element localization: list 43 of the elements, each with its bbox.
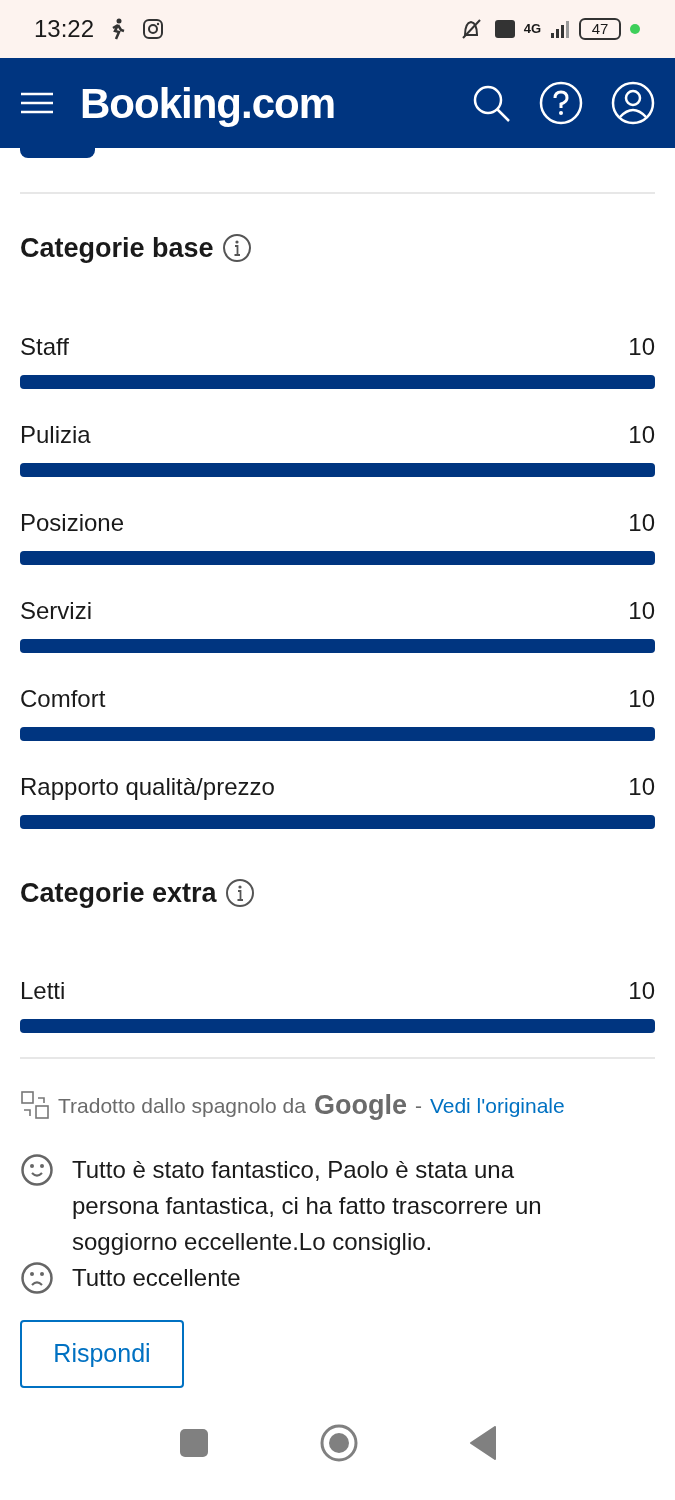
category-label: Servizi — [20, 595, 92, 626]
review-text: Tutto è stato fantastico, Paolo è stata una persona fantastica, ci ha fatto trascorrere un soggiorno eccellente.Lo consiglio. — [72, 1154, 543, 1257]
network-label: 4G — [523, 20, 541, 39]
category-label: Rapporto qualità/prezzo — [20, 771, 275, 802]
category-label: Posizione — [20, 507, 125, 538]
status-dot-icon — [629, 23, 641, 35]
review-text: Tutto eccellente — [72, 1262, 241, 1293]
info-icon[interactable] — [221, 233, 252, 264]
camera-icon — [142, 18, 165, 40]
recents-icon[interactable] — [178, 1427, 209, 1458]
section-title: Categorie base — [20, 232, 214, 265]
help-icon[interactable] — [539, 81, 583, 125]
category-label: Staff — [20, 331, 69, 362]
translation-note: Tradotto dallo spagnolo da — [58, 1092, 306, 1119]
translate-icon — [20, 1090, 50, 1121]
home-icon[interactable] — [318, 1422, 359, 1463]
category-score: 10 — [628, 331, 655, 362]
account-icon[interactable] — [611, 81, 655, 125]
sad-face-icon — [20, 1260, 54, 1295]
separator: - — [414, 1092, 422, 1119]
category-score: 10 — [628, 976, 655, 1006]
category-label: Letti — [20, 976, 66, 1006]
info-icon[interactable] — [224, 877, 255, 908]
logo[interactable]: Booking.com — [80, 71, 335, 135]
menu-icon[interactable] — [20, 91, 54, 115]
clock: 13:22 — [34, 14, 95, 44]
original-link[interactable]: Vedi l'originale — [429, 1089, 565, 1121]
reply-button[interactable]: Rispondi — [20, 1319, 184, 1388]
category-score: 10 — [628, 419, 655, 450]
category-label: Pulizia — [20, 419, 91, 450]
category-score: 10 — [628, 595, 655, 626]
walking-icon — [110, 18, 127, 40]
smiley-icon — [20, 1152, 54, 1187]
battery-indicator: 47 — [579, 18, 621, 40]
category-label: Comfort — [20, 683, 106, 714]
google-brand: Google — [313, 1089, 407, 1122]
section-title: Categorie extra — [20, 876, 217, 910]
signal-icon — [549, 19, 571, 39]
category-score: 10 — [628, 683, 655, 714]
back-icon[interactable] — [468, 1425, 497, 1460]
category-score: 10 — [628, 507, 655, 538]
search-icon[interactable] — [471, 83, 511, 123]
category-score: 10 — [628, 771, 655, 802]
